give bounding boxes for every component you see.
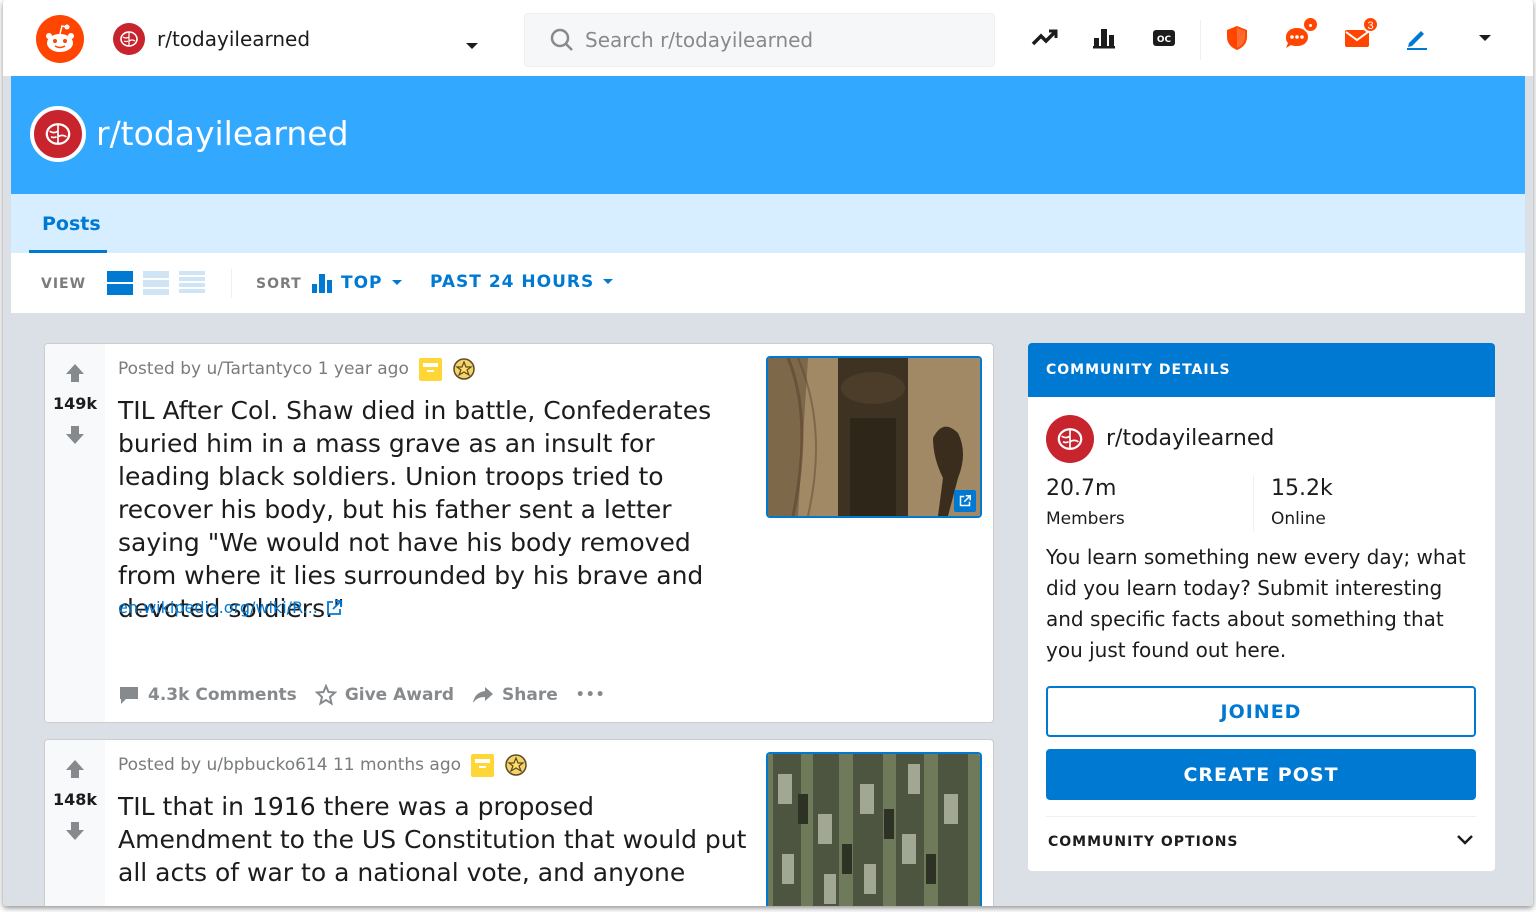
vote-column: 148k xyxy=(45,740,105,906)
post-card[interactable]: 149k Posted by u/Tartantyco 1 year ago T… xyxy=(44,343,994,723)
post-thumbnail[interactable] xyxy=(766,752,982,906)
award-icon xyxy=(504,753,528,777)
inbox-badge: 3 xyxy=(1362,16,1379,33)
comment-icon xyxy=(120,687,138,704)
chevron-down-icon xyxy=(1457,835,1473,845)
stats-divider xyxy=(1253,475,1254,531)
subreddit-icon xyxy=(1046,415,1094,463)
post-meta: Posted by u/Tartantyco 1 year ago xyxy=(118,357,476,381)
comments-count: 4.3k Comments xyxy=(148,685,297,705)
more-options-icon[interactable]: ••• xyxy=(576,687,606,703)
online-count: 15.2k xyxy=(1271,476,1333,501)
mod-shield-icon[interactable] xyxy=(1221,22,1253,54)
sort-value: TOP xyxy=(341,273,383,293)
soldiers-photo-thumbnail xyxy=(768,754,980,906)
inbox-icon[interactable]: 3 xyxy=(1341,16,1379,54)
archived-box-icon xyxy=(471,753,495,777)
joined-button[interactable]: JOINED xyxy=(1046,686,1476,737)
community-switcher-label[interactable]: r/todayilearned xyxy=(157,27,310,51)
view-sort-bar: VIEW SORT TOP PAST 24 HOURS xyxy=(11,253,1525,313)
create-post-pencil-icon[interactable] xyxy=(1401,22,1433,54)
create-post-button[interactable]: CREATE POST xyxy=(1046,749,1476,800)
svg-text:OC: OC xyxy=(1157,35,1172,45)
reddit-logo-icon[interactable] xyxy=(36,15,84,63)
community-name[interactable]: r/todayilearned xyxy=(1106,426,1274,451)
upvote-icon[interactable] xyxy=(64,758,86,784)
header-divider xyxy=(1200,20,1201,60)
give-award-label: Give Award xyxy=(344,685,455,705)
members-count: 20.7m xyxy=(1046,476,1117,501)
online-label: Online xyxy=(1271,509,1326,529)
downvote-icon[interactable] xyxy=(64,820,86,846)
view-label: VIEW xyxy=(41,276,87,292)
post-thumbnail[interactable] xyxy=(766,356,982,518)
user-menu-caret-icon[interactable] xyxy=(1469,22,1501,54)
share-icon xyxy=(473,687,494,703)
award-icon xyxy=(452,357,476,381)
classic-view-icon[interactable] xyxy=(143,270,169,296)
chevron-down-icon xyxy=(603,279,614,284)
post-title[interactable]: TIL that in 1916 there was a proposed Am… xyxy=(118,790,748,889)
community-tabs: Posts xyxy=(11,194,1525,253)
popular-icon[interactable] xyxy=(1029,22,1061,54)
oc-icon[interactable]: OC xyxy=(1148,22,1180,54)
post-author-line[interactable]: Posted by u/bpbucko614 11 months ago xyxy=(118,755,461,775)
community-title: r/todayilearned xyxy=(96,114,349,153)
card-view-icon[interactable] xyxy=(107,270,133,296)
search-input[interactable] xyxy=(585,26,975,54)
post-title[interactable]: TIL After Col. Shaw died in battle, Conf… xyxy=(118,394,748,625)
share-label: Share xyxy=(502,685,558,705)
downvote-icon[interactable] xyxy=(64,424,86,450)
chevron-down-icon xyxy=(391,280,402,285)
portrait-photo-thumbnail xyxy=(768,358,980,516)
chat-badge: • xyxy=(1302,16,1319,33)
award-outline-icon xyxy=(314,684,337,706)
community-description: You learn something new every day; what … xyxy=(1046,545,1466,662)
chevron-down-icon[interactable] xyxy=(464,36,480,55)
external-link-icon xyxy=(326,599,342,615)
sort-label: SORT xyxy=(256,276,302,292)
tab-label: Posts xyxy=(42,213,101,235)
post-card[interactable]: 148k Posted by u/bpbucko614 11 months ag… xyxy=(44,739,994,906)
compact-view-icon[interactable] xyxy=(179,270,205,296)
share-button[interactable]: Share xyxy=(472,685,558,705)
tab-posts[interactable]: Posts xyxy=(29,194,107,253)
subreddit-icon xyxy=(113,23,145,55)
chat-icon[interactable]: • xyxy=(1281,16,1319,54)
community-details-card: COMMUNITY DETAILS r/todayilearned 20.7m … xyxy=(1028,343,1495,871)
upvote-icon[interactable] xyxy=(64,362,86,388)
archived-box-icon xyxy=(418,357,442,381)
post-actions: 4.3k Comments Give Award Share ••• xyxy=(118,684,606,706)
search-bar[interactable] xyxy=(524,13,995,67)
vote-count: 148k xyxy=(52,790,98,809)
give-award-button[interactable]: Give Award xyxy=(314,684,455,706)
community-details-heading: COMMUNITY DETAILS xyxy=(1046,362,1231,378)
search-icon xyxy=(549,27,575,57)
time-range-dropdown[interactable]: PAST 24 HOURS xyxy=(430,272,614,292)
sort-top-dropdown[interactable]: TOP xyxy=(311,272,403,294)
post-author-line[interactable]: Posted by u/Tartantyco 1 year ago xyxy=(118,359,409,379)
community-details-header: COMMUNITY DETAILS xyxy=(1028,343,1495,397)
vote-count: 149k xyxy=(52,394,98,413)
post-link-text[interactable]: en.wikipedia.org/wiki/R... xyxy=(118,598,318,617)
top-sort-icon xyxy=(312,274,332,293)
vote-column: 149k xyxy=(45,344,105,722)
members-label: Members xyxy=(1046,509,1125,529)
comments-button[interactable]: 4.3k Comments xyxy=(118,685,297,705)
browser-frame: r/todayilearned OC • 3 xyxy=(3,0,1533,906)
community-banner: r/todayilearned xyxy=(11,76,1525,194)
time-range-value: PAST 24 HOURS xyxy=(430,272,595,292)
post-meta: Posted by u/bpbucko614 11 months ago xyxy=(118,753,528,777)
subreddit-icon xyxy=(30,106,86,162)
community-options-toggle[interactable]: COMMUNITY OPTIONS xyxy=(1046,817,1476,867)
external-link-icon xyxy=(954,490,976,512)
all-icon[interactable] xyxy=(1088,22,1120,54)
top-header: r/todayilearned OC • 3 xyxy=(3,0,1533,76)
community-options-label: COMMUNITY OPTIONS xyxy=(1048,834,1239,850)
post-link[interactable]: en.wikipedia.org/wiki/R... xyxy=(118,598,342,617)
viewbar-divider xyxy=(231,269,232,298)
